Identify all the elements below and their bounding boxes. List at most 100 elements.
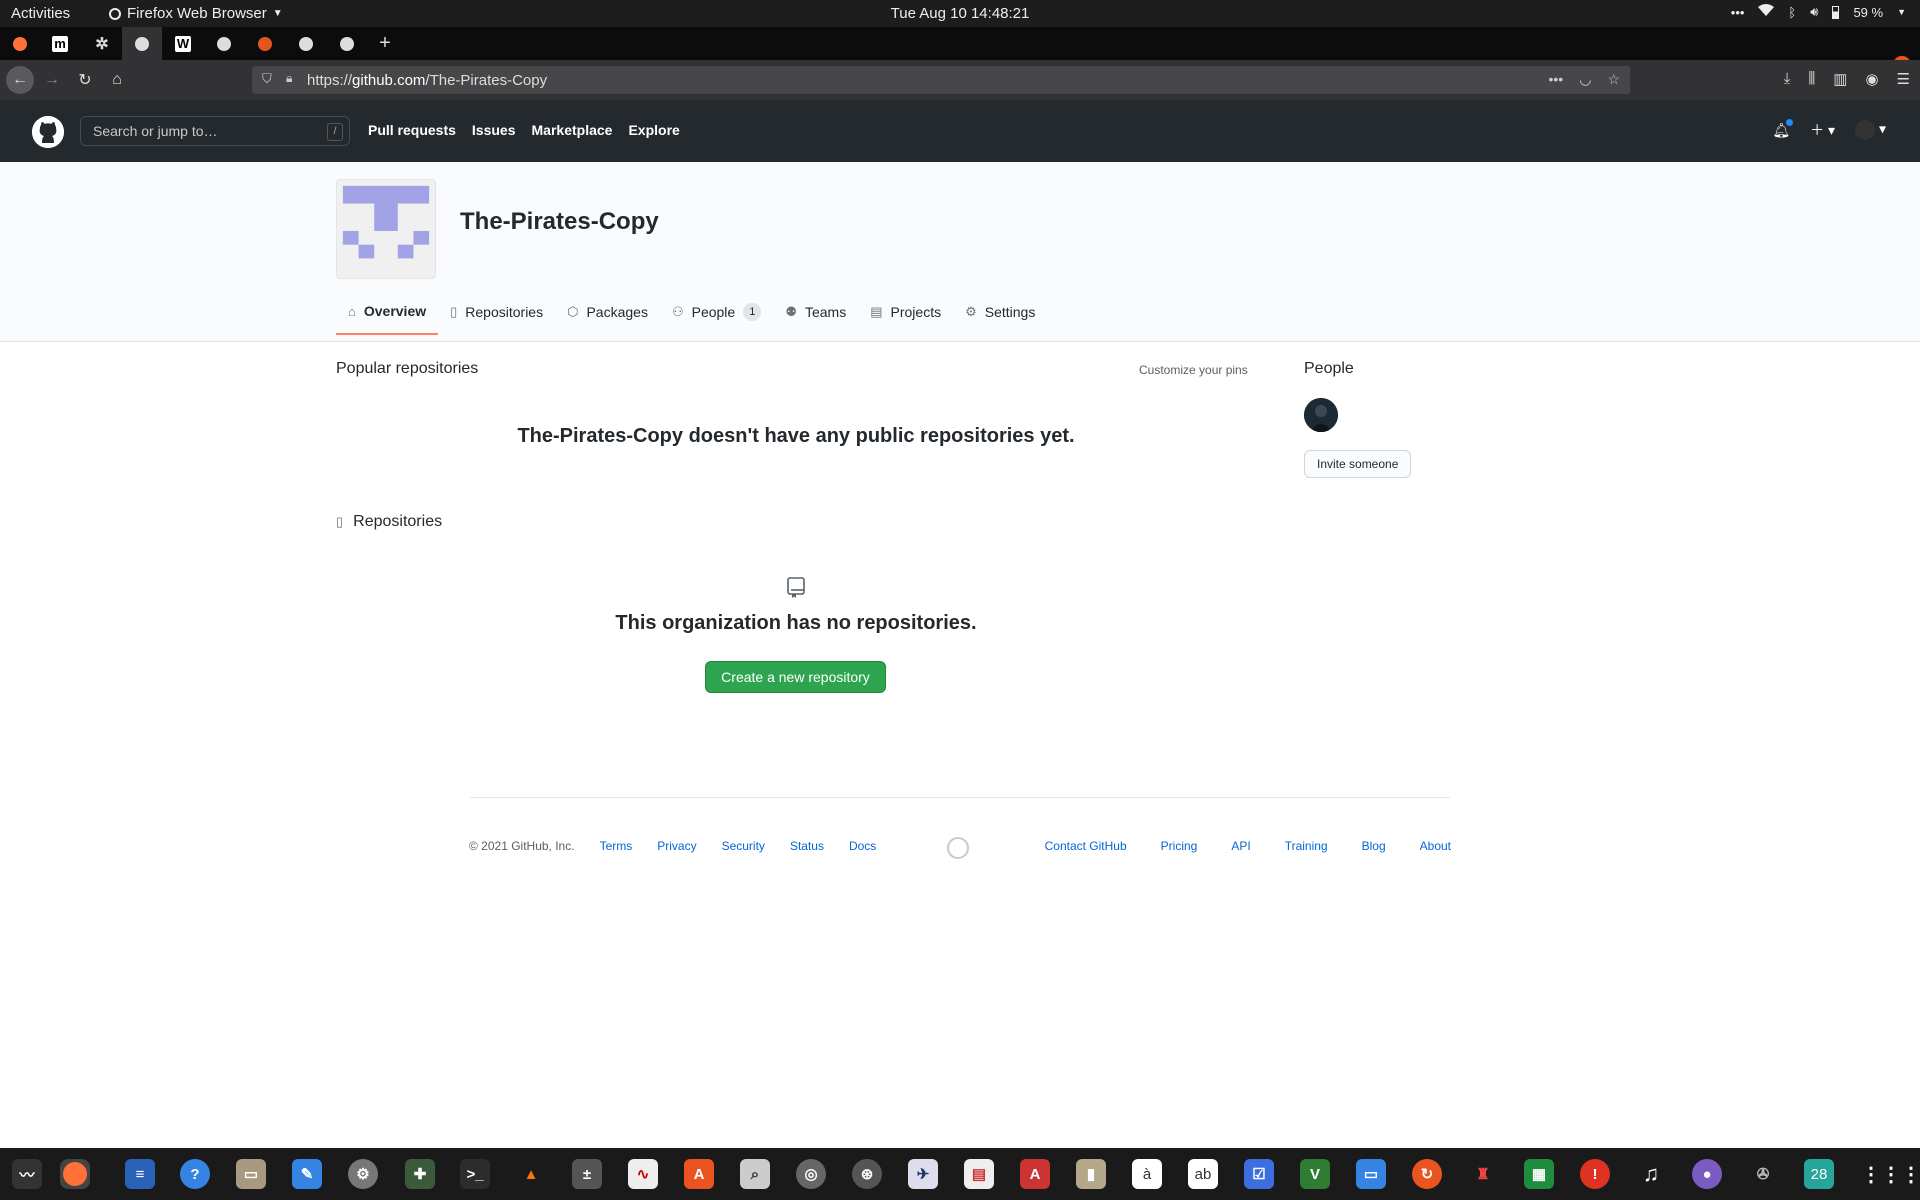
- settings-icon[interactable]: ⚙: [348, 1159, 378, 1189]
- github-search-input[interactable]: Search or jump to… /: [80, 116, 350, 146]
- download-icon[interactable]: ⤓: [1784, 70, 1791, 88]
- footer-link-blog[interactable]: Blog: [1362, 839, 1386, 853]
- tab-medium[interactable]: m: [40, 27, 80, 60]
- game-icon[interactable]: ♜: [1468, 1159, 1498, 1189]
- reload-button[interactable]: ↻: [73, 68, 97, 92]
- tab-wikipedia[interactable]: W: [163, 27, 203, 60]
- lock-icon[interactable]: 🔒︎: [286, 71, 292, 86]
- footer-link-pricing[interactable]: Pricing: [1161, 839, 1198, 853]
- notifications-bell-icon[interactable]: 🔔︎: [1772, 118, 1794, 139]
- tab-repositories[interactable]: ▯ Repositories: [438, 293, 555, 335]
- document-viewer-icon[interactable]: ▤: [964, 1159, 994, 1189]
- help-icon[interactable]: ?: [180, 1159, 210, 1189]
- nav-marketplace[interactable]: Marketplace: [532, 122, 613, 138]
- tab-packages[interactable]: ⬡ Packages: [555, 293, 660, 335]
- app-menu-label: Firefox Web Browser: [127, 5, 267, 22]
- customize-pins-link[interactable]: Customize your pins: [1139, 363, 1248, 377]
- new-tab-button[interactable]: +: [365, 27, 405, 60]
- alert-icon[interactable]: !: [1580, 1159, 1610, 1189]
- puzzle-icon[interactable]: ✚: [405, 1159, 435, 1189]
- back-button[interactable]: ←: [6, 66, 34, 94]
- terminal-icon[interactable]: >_: [460, 1159, 490, 1189]
- software-center-icon[interactable]: A: [684, 1159, 714, 1189]
- text-editor-icon[interactable]: ✎: [292, 1159, 322, 1189]
- member-avatar[interactable]: [1304, 398, 1338, 432]
- clock[interactable]: Tue Aug 10 14:48:21: [891, 5, 1030, 22]
- backup-icon[interactable]: ↻: [1412, 1159, 1442, 1189]
- tab-people[interactable]: ⚇ People 1: [660, 293, 773, 335]
- nav-issues[interactable]: Issues: [472, 122, 516, 138]
- footer-link-about[interactable]: About: [1420, 839, 1451, 853]
- create-repository-button[interactable]: Create a new repository: [705, 661, 886, 693]
- account-icon[interactable]: ◉: [1865, 70, 1878, 88]
- bookmark-star-icon[interactable]: ☆: [1607, 71, 1620, 88]
- show-apps-grid-icon[interactable]: ⋮⋮⋮: [1861, 1159, 1920, 1189]
- camera-icon[interactable]: ●: [1692, 1159, 1722, 1189]
- files-icon[interactable]: ▭: [236, 1159, 266, 1189]
- footer-link-training[interactable]: Training: [1285, 839, 1328, 853]
- utility-icon[interactable]: ✇: [1748, 1159, 1778, 1189]
- tab-brave[interactable]: [245, 27, 285, 60]
- tab-settings-site[interactable]: ✲: [82, 27, 122, 60]
- image-viewer-icon[interactable]: ⌕: [740, 1159, 770, 1189]
- github-mark-icon[interactable]: [947, 837, 969, 859]
- app-menu[interactable]: Firefox Web Browser ▼: [109, 5, 283, 22]
- hamburger-menu-icon[interactable]: ☰: [1897, 70, 1910, 88]
- chart-app-icon[interactable]: ∿: [628, 1159, 658, 1189]
- tab-github-3[interactable]: [286, 27, 326, 60]
- footer-link-terms[interactable]: Terms: [600, 839, 633, 853]
- font-viewer-icon[interactable]: A: [1020, 1159, 1050, 1189]
- url-text[interactable]: https://github.com/The-Pirates-Copy: [307, 72, 547, 89]
- firefox-icon[interactable]: [60, 1159, 90, 1189]
- pocket-icon[interactable]: ◡: [1579, 71, 1591, 88]
- activities-button[interactable]: Activities: [11, 5, 70, 22]
- tab-github-4[interactable]: [327, 27, 367, 60]
- create-new-dropdown[interactable]: ＋ ▾: [1810, 120, 1835, 140]
- shield-icon[interactable]: ⛉: [262, 71, 272, 87]
- calendar-icon[interactable]: 28: [1804, 1159, 1834, 1189]
- system-monitor-icon[interactable]: 〰: [12, 1159, 42, 1189]
- github-logo-icon[interactable]: [32, 116, 64, 148]
- footer-link-status[interactable]: Status: [790, 839, 824, 853]
- forward-button[interactable]: →: [40, 68, 64, 92]
- calculator-icon[interactable]: ±: [572, 1159, 602, 1189]
- people-title[interactable]: People: [1304, 360, 1354, 378]
- writer-icon[interactable]: ≡: [125, 1159, 155, 1189]
- page-actions-icon[interactable]: •••: [1549, 71, 1564, 88]
- system-tray[interactable]: ••• ᛒ 🔊︎ 59 % ▼: [1731, 4, 1906, 20]
- url-bar[interactable]: ⛉ 🔒︎ https://github.com/The-Pirates-Copy…: [252, 66, 1630, 94]
- tab-teams[interactable]: ⚉ Teams: [773, 293, 858, 335]
- tab-github-active[interactable]: [122, 27, 162, 60]
- more-icon[interactable]: •••: [1731, 5, 1745, 20]
- spreadsheet-icon[interactable]: ▦: [1524, 1159, 1554, 1189]
- library-icon[interactable]: ⫼: [1808, 70, 1815, 88]
- updater-icon[interactable]: ⊛: [852, 1159, 882, 1189]
- nav-pull-requests[interactable]: Pull requests: [368, 122, 456, 138]
- tab-settings[interactable]: ⚙ Settings: [953, 293, 1047, 335]
- vim-icon[interactable]: V: [1300, 1159, 1330, 1189]
- sidebar-icon[interactable]: ▥: [1833, 70, 1847, 88]
- footer-link-contact[interactable]: Contact GitHub: [1045, 839, 1127, 853]
- nav-explore[interactable]: Explore: [628, 122, 679, 138]
- dictionary-icon[interactable]: ab: [1188, 1159, 1218, 1189]
- tab-overview[interactable]: ⌂ Overview: [336, 293, 439, 335]
- character-map-icon[interactable]: à: [1132, 1159, 1162, 1189]
- todo-icon[interactable]: ☑: [1244, 1159, 1274, 1189]
- user-avatar-dropdown[interactable]: ▾: [1855, 120, 1886, 140]
- tab-firefox[interactable]: [0, 27, 40, 60]
- footer-link-api[interactable]: API: [1231, 839, 1250, 853]
- vlc-icon[interactable]: ▲: [516, 1159, 546, 1189]
- tab-github-2[interactable]: [204, 27, 244, 60]
- footer-link-privacy[interactable]: Privacy: [657, 839, 696, 853]
- org-avatar[interactable]: [336, 179, 436, 279]
- tab-projects[interactable]: ▤ Projects: [858, 293, 953, 335]
- disk-icon[interactable]: ◎: [796, 1159, 826, 1189]
- music-icon[interactable]: ♫: [1636, 1159, 1666, 1189]
- footer-link-docs[interactable]: Docs: [849, 839, 876, 853]
- screen-icon[interactable]: ▭: [1356, 1159, 1386, 1189]
- home-button[interactable]: ⌂: [105, 68, 129, 92]
- invite-someone-button[interactable]: Invite someone: [1304, 450, 1412, 478]
- archive-icon[interactable]: ▮: [1076, 1159, 1106, 1189]
- reader-icon[interactable]: ✈: [908, 1159, 938, 1189]
- footer-link-security[interactable]: Security: [722, 839, 765, 853]
